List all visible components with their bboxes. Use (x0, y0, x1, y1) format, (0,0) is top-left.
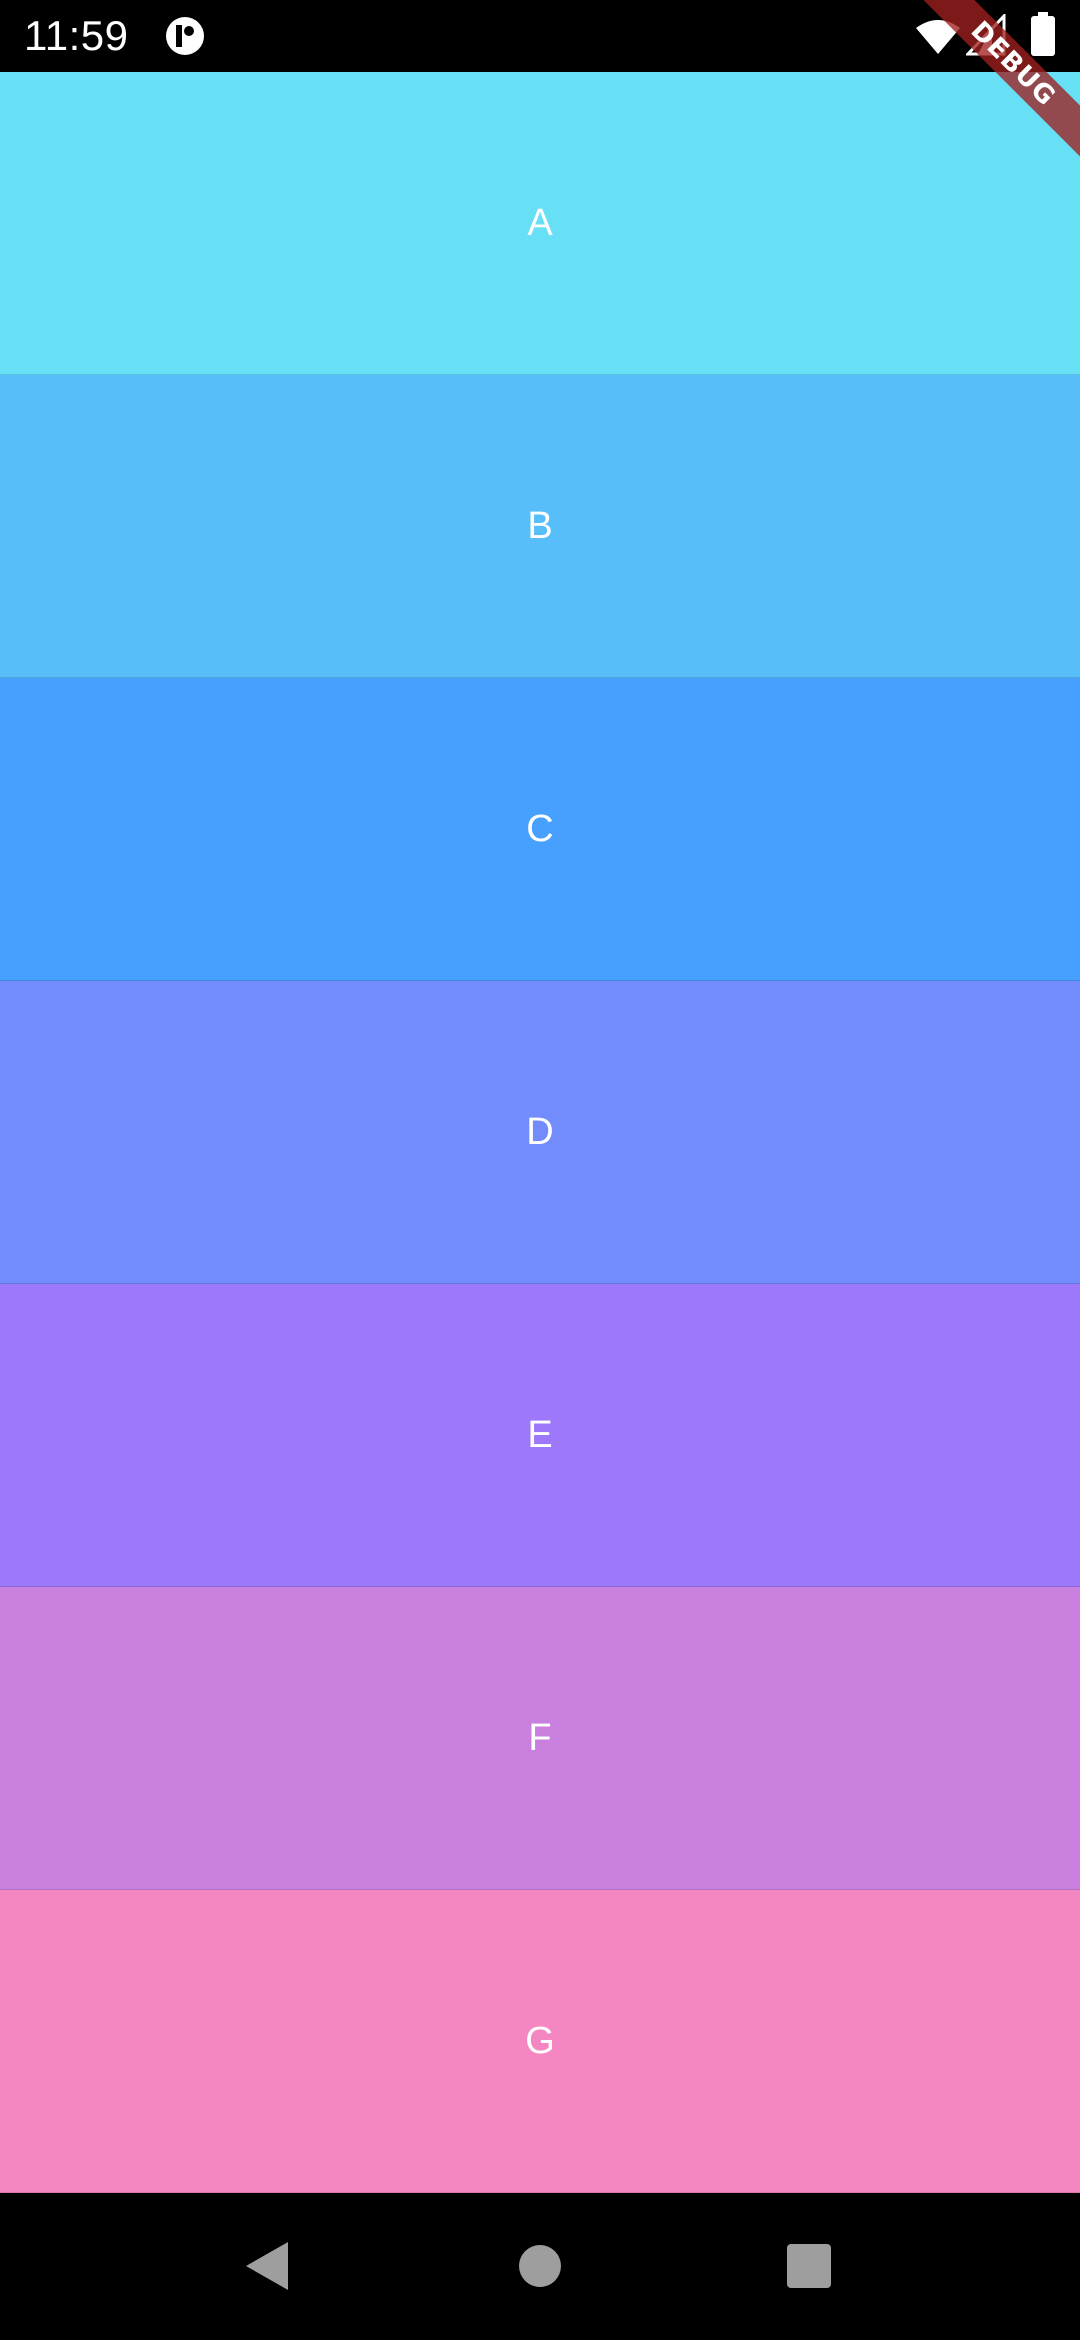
battery-icon (1031, 12, 1055, 56)
wifi-icon (916, 20, 960, 54)
list-item-b[interactable]: B (0, 375, 1080, 678)
status-bar: 11:59 (0, 0, 1080, 72)
list-item-c[interactable]: C (0, 678, 1080, 981)
back-icon[interactable] (244, 2240, 290, 2292)
list-item-label: B (527, 504, 553, 547)
home-icon[interactable] (518, 2244, 562, 2288)
color-list[interactable]: A B C D E F G (0, 72, 1080, 2196)
list-item-label: F (528, 1716, 552, 1759)
list-item-f[interactable]: F (0, 1587, 1080, 1890)
list-item-label: E (527, 1413, 553, 1456)
list-item-d[interactable]: D (0, 981, 1080, 1284)
list-item-e[interactable]: E (0, 1284, 1080, 1587)
signal-icon (966, 14, 1006, 56)
list-item-g[interactable]: G (0, 1890, 1080, 2193)
list-item-label: G (525, 2019, 555, 2062)
app-notification-icon (166, 17, 204, 55)
list-item-label: D (526, 1110, 554, 1153)
status-time: 11:59 (24, 12, 129, 59)
list-item-label: A (527, 201, 553, 244)
navigation-bar (0, 2196, 1080, 2340)
list-item-a[interactable]: A (0, 72, 1080, 375)
recents-icon[interactable] (787, 2244, 831, 2288)
list-item-label: C (526, 807, 554, 850)
